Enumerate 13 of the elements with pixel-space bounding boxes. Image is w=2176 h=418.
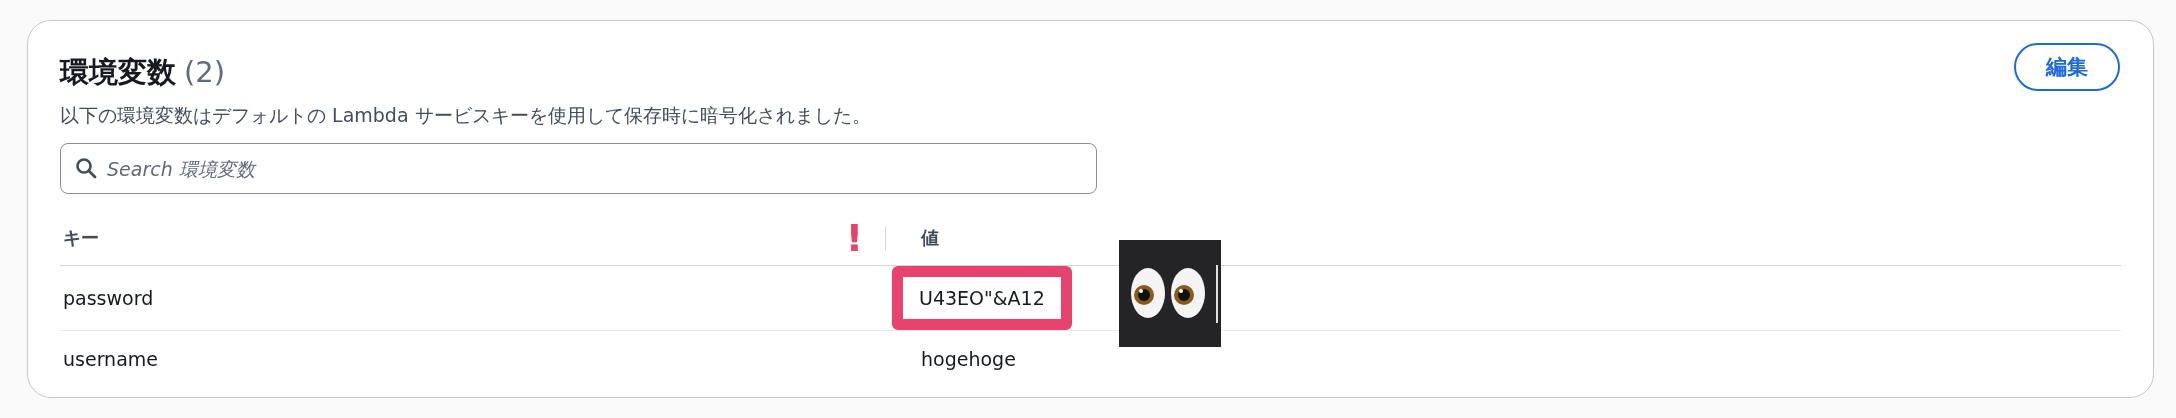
table-cell: hogehoge bbox=[921, 348, 1016, 370]
panel-title: 環境変数 bbox=[60, 54, 176, 91]
edit-button[interactable]: 編集 bbox=[2014, 43, 2120, 91]
table-cell-text: username bbox=[62, 348, 159, 370]
column-header: キー bbox=[63, 225, 99, 250]
alert-mark: ! bbox=[845, 215, 863, 260]
table-cell: U43EO"&A12 bbox=[919, 287, 1045, 309]
table-cell-text: password bbox=[62, 287, 155, 309]
search-field[interactable]: Search 環境変数 bbox=[60, 143, 1097, 194]
panel-description: 以下の環境変数はデフォルトの Lambda サービスキーを使用して保存時に暗号化されました。 bbox=[60, 103, 871, 128]
search-icon bbox=[75, 157, 97, 179]
item-count: (2) bbox=[184, 55, 226, 89]
column-header: 値 bbox=[921, 226, 939, 248]
